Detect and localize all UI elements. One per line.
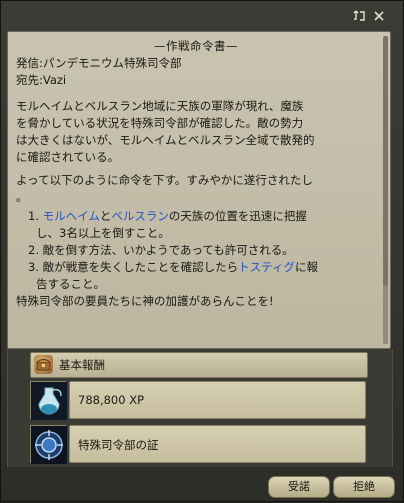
order-item-1: 1. モルヘイムとベルスランの天族の位置を迅速に把握 [16,208,376,225]
emblem-reward-text: 特殊司令部の証 [78,438,159,452]
reject-button[interactable]: 拒絶 [333,476,395,498]
rewards-panel: 基本報酬 788,800 XP 特殊司令部の証 [7,349,393,467]
reward-item-xp[interactable]: 788,800 XP [30,381,366,420]
item2-number: 2. [28,243,39,257]
item1-rest: の天族の位置を迅速に把握 [168,209,307,223]
paragraph1-line1: モルヘイムとベルスラン地域に天族の軍隊が現れ、魔族 [16,99,304,113]
basic-reward-header: 基本報酬 [30,352,368,378]
order-item-3: 3. 敵が戦意を失くしたことを確認したらトスティグに報 [16,259,376,276]
quest-window: —作戦命令書— 発信:パンデモニウム特殊司令部 宛先:Vazi モルヘイムとベル… [0,0,404,502]
order-document: —作戦命令書— 発信:パンデモニウム特殊司令部 宛先:Vazi モルヘイムとベル… [7,31,391,349]
reward-chest-icon [34,355,53,374]
item3-post: に報 [294,260,318,274]
scrollbar-thumb[interactable] [383,36,388,286]
xp-reward-field: 788,800 XP [69,381,366,419]
item1-and: と [99,209,112,223]
paragraph1-line2: を脅かしている状況を特殊司令部が確認した。敵の勢力 [16,116,304,130]
footer-bar: 受諾 拒絶 [1,467,404,503]
paragraph1-line3: は大きくはないが、モルヘイムとベルスラン全域で散発的 [16,133,315,147]
emblem-reward-field: 特殊司令部の証 [69,425,366,463]
paragraph2-line1: よって以下のように命令を下す。すみやかに遂行されたし [16,173,313,187]
document-text: —作戦命令書— 発信:パンデモニウム特殊司令部 宛先:Vazi モルヘイムとベル… [16,38,376,310]
item2-text: 敵を倒す方法、いかようであっても許可される。 [42,243,294,257]
title-bar [1,1,404,31]
accept-button[interactable]: 受諾 [268,476,330,498]
order-item-3-line2: 告すること。 [36,277,105,291]
paragraph2-line2: 。 [16,190,28,204]
location-link-beluslan[interactable]: ベルスラン [111,209,169,223]
close-icon[interactable] [372,9,386,23]
order-item-1-line2: し、3名以上を倒すこと。 [36,226,170,240]
npc-link-tostig[interactable]: トスティグ [238,260,295,274]
basic-reward-label: 基本報酬 [59,358,105,372]
paragraph1-line4: に確認されている。 [16,150,120,164]
reward-item-emblem[interactable]: 特殊司令部の証 [30,425,366,464]
pin-icon[interactable] [352,9,366,23]
xp-reward-text: 788,800 XP [78,393,145,407]
closing-line: 特殊司令部の要員たちに神の加護があらんことを! [16,294,274,308]
blue-emblem-icon [30,425,67,464]
xp-vial-icon [30,381,67,420]
item3-pre: 敵が戦意を失くしたことを確認したら [42,260,239,274]
location-link-morheim[interactable]: モルヘイム [43,209,100,223]
sender-line: 発信:パンデモニウム特殊司令部 [16,56,182,70]
item1-number: 1. [28,209,39,223]
document-title: —作戦命令書— [154,39,238,53]
order-item-2: 2. 敵を倒す方法、いかようであっても許可される。 [16,242,376,259]
item3-number: 3. [28,260,39,274]
recipient-line: 宛先:Vazi [16,73,67,87]
